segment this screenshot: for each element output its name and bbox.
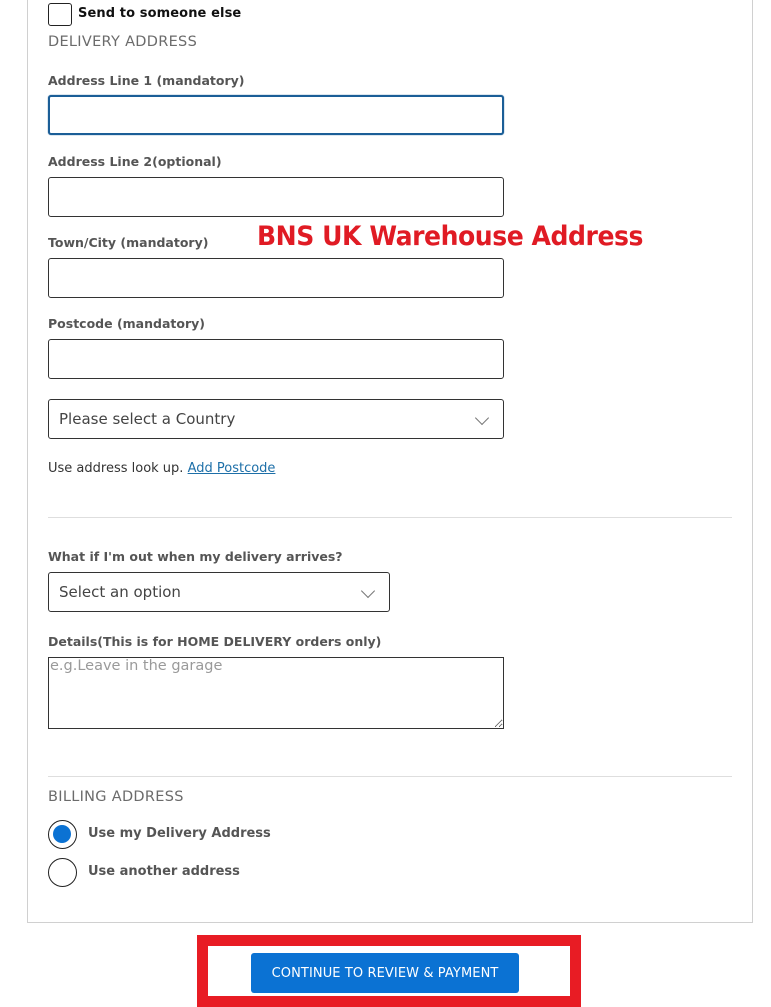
chevron-down-icon (474, 410, 490, 426)
country-select[interactable]: Please select a Country (48, 399, 504, 439)
continue-to-review-payment-button[interactable]: CONTINUE TO REVIEW & PAYMENT (251, 953, 519, 993)
delivery-option-select-value: Select an option (59, 583, 181, 601)
delivery-option-select[interactable]: Select an option (48, 572, 390, 612)
billing-address-heading: BILLING ADDRESS (48, 789, 184, 805)
address-line-2-label: Address Line 2(optional) (48, 154, 222, 169)
use-delivery-address-label[interactable]: Use my Delivery Address (88, 826, 271, 841)
delivery-address-heading: DELIVERY ADDRESS (48, 34, 198, 50)
add-postcode-link[interactable]: Add Postcode (188, 461, 276, 476)
use-another-address-label[interactable]: Use another address (88, 864, 240, 879)
address-line-1-input[interactable] (48, 95, 504, 135)
details-textarea[interactable] (48, 657, 504, 729)
address-line-1-label: Address Line 1 (mandatory) (48, 73, 245, 88)
warehouse-address-annotation: BNS UK Warehouse Address (257, 221, 643, 252)
address-lookup-text: Use address look up. (48, 461, 184, 476)
chevron-down-icon (360, 583, 376, 599)
postcode-label: Postcode (mandatory) (48, 316, 205, 331)
use-delivery-address-radio[interactable] (48, 820, 77, 849)
details-label: Details(This is for HOME DELIVERY orders… (48, 634, 382, 649)
use-another-address-radio[interactable] (48, 858, 77, 887)
send-to-someone-else-label: Send to someone else (78, 6, 242, 21)
postcode-input[interactable] (48, 339, 504, 379)
section-divider (48, 776, 732, 777)
section-divider (48, 517, 732, 518)
country-select-value: Please select a Country (59, 410, 236, 428)
send-to-someone-else-checkbox[interactable] (48, 3, 72, 26)
address-lookup-row: Use address look up. Add Postcode (48, 461, 275, 476)
out-when-delivery-label: What if I'm out when my delivery arrives… (48, 549, 343, 564)
town-city-input[interactable] (48, 258, 504, 298)
address-line-2-input[interactable] (48, 177, 504, 217)
town-city-label: Town/City (mandatory) (48, 235, 209, 250)
